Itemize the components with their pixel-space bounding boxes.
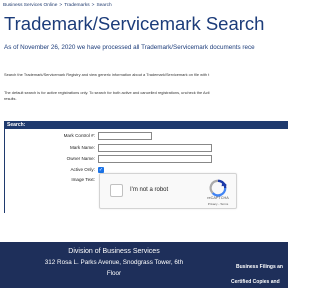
recaptcha-label: I'm not a robot	[130, 187, 169, 193]
mark-name-label: Mark Name:	[69, 145, 95, 150]
owner-name-input[interactable]	[98, 155, 212, 163]
mark-name-input[interactable]	[98, 144, 212, 152]
active-only-label: Active Only:	[70, 167, 95, 172]
breadcrumb-separator: >	[59, 3, 63, 8]
page-title: Trademark/Servicemark Search	[4, 13, 265, 34]
breadcrumb-separator: >	[91, 3, 95, 8]
search-section-header: Search:	[4, 121, 288, 129]
default-search-note-line2: results.	[4, 96, 17, 101]
site-footer: Division of Business Services 312 Rosa L…	[0, 242, 288, 288]
intro-text: Search the Trademark/Servicemark Registr…	[4, 72, 210, 77]
image-text-label: Image Text:	[71, 177, 95, 182]
breadcrumb-current-search: Search	[96, 3, 112, 8]
recaptcha-widget: I'm not a robot reCAPTCHA Privacy - Term…	[99, 173, 237, 209]
footer-address-line1: 312 Rosa L. Parks Avenue, Snodgrass Towe…	[44, 259, 184, 266]
breadcrumb: Business Services Online > Trademarks > Sear…	[3, 3, 112, 8]
footer-address-line2: Floor	[106, 270, 122, 277]
footer-link-business-filings[interactable]: Business Filings an	[236, 264, 283, 270]
breadcrumb-link-business-services[interactable]: Business Services Online	[3, 3, 57, 8]
mark-control-input[interactable]	[98, 132, 152, 140]
recaptcha-logo-icon	[209, 179, 227, 197]
mark-control-label: Mark Control #:	[63, 133, 95, 138]
recaptcha-brand: reCAPTCHA	[207, 196, 229, 200]
recaptcha-checkbox[interactable]	[110, 184, 123, 197]
processing-status-text: As of November 26, 2020 we have processe…	[4, 44, 255, 51]
breadcrumb-link-trademarks[interactable]: Trademarks	[64, 3, 89, 8]
footer-link-certified-copies[interactable]: Certified Copies and	[231, 279, 280, 285]
default-search-note: The default search is for active registr…	[4, 90, 288, 102]
owner-name-label: Owner Name:	[66, 156, 95, 161]
recaptcha-privacy-terms-links[interactable]: Privacy - Terms	[201, 202, 235, 206]
footer-division-title: Division of Business Services	[68, 248, 160, 255]
